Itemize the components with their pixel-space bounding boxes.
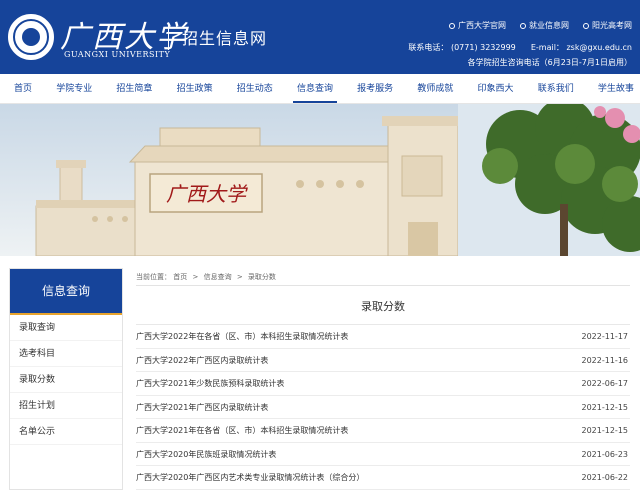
- university-seal-icon[interactable]: [8, 14, 54, 60]
- list-item[interactable]: 广西大学2020年广西区内艺术类专业录取情况统计表（综合分） 2021-06-2…: [136, 466, 630, 490]
- site-title: 招生信息网: [182, 29, 268, 48]
- email-label: E-mail：: [530, 43, 564, 52]
- list-item-date: 2022-11-17: [581, 332, 629, 341]
- list-item-title[interactable]: 广西大学2022年在各省（区、市）本科招生录取情况统计表: [136, 325, 348, 348]
- sidebar-item-subjects[interactable]: 选考科目: [10, 341, 122, 367]
- list-item-title[interactable]: 广西大学2020年广西区内艺术类专业录取情况统计表（综合分）: [136, 466, 364, 489]
- nav-item-brochure[interactable]: 招生简章: [116, 74, 152, 103]
- list-item-title[interactable]: 广西大学2022年广西区内录取统计表: [136, 349, 268, 372]
- toplink-gxu[interactable]: 广西大学官网: [449, 20, 506, 31]
- list-item-title[interactable]: 广西大学2021年在各省（区、市）本科招生录取情况统计表: [136, 419, 348, 442]
- nav-item-colleges[interactable]: 学院专业: [56, 74, 92, 103]
- nav-item-teachers[interactable]: 教师成就: [417, 74, 453, 103]
- consult-hours-link[interactable]: 各学院招生咨询电话（6月23日-7月1日启用）: [468, 57, 632, 68]
- list-item[interactable]: 广西大学2022年广西区内录取统计表 2022-11-16: [136, 349, 630, 372]
- phone-number: (0771) 3232999: [450, 43, 516, 52]
- nav-item-contact[interactable]: 联系我们: [538, 74, 574, 103]
- breadcrumb-separator: >: [236, 273, 243, 281]
- sidebar-item-admission-query[interactable]: 录取查询: [10, 315, 122, 341]
- breadcrumb-query[interactable]: 信息查询: [204, 273, 232, 281]
- sidebar-item-list[interactable]: 名单公示: [10, 419, 122, 445]
- list-item[interactable]: 广西大学2021年少数民族预科录取统计表 2022-06-17: [136, 372, 630, 396]
- list-item[interactable]: 广西大学2022年在各省（区、市）本科招生录取情况统计表 2022-11-17: [136, 325, 630, 349]
- phone-label: 联系电话：: [408, 43, 449, 52]
- list-item[interactable]: 广西大学2021年在各省（区、市）本科招生录取情况统计表 2021-12-15: [136, 419, 630, 443]
- logo-english: GUANGXI UNIVERSITY: [64, 50, 171, 59]
- nav-item-apply-service[interactable]: 报考服务: [357, 74, 393, 103]
- list-item-title[interactable]: 广西大学2021年广西区内录取统计表: [136, 396, 268, 419]
- list-item[interactable]: 广西大学2021年广西区内录取统计表 2021-12-15: [136, 396, 630, 419]
- top-links: 广西大学官网 就业信息网 阳光高考网: [435, 20, 632, 31]
- toplink-jobs[interactable]: 就业信息网: [520, 20, 569, 31]
- list-item-date: 2022-11-16: [581, 355, 629, 365]
- list-item-date: 2021-06-23: [581, 449, 629, 459]
- score-list: 广西大学2022年在各省（区、市）本科招生录取情况统计表 2022-11-17 …: [136, 324, 630, 490]
- gate-inscription: 广西大学: [166, 182, 248, 206]
- list-item-date: 2022-06-17: [581, 379, 629, 388]
- toplink-label: 就业信息网: [529, 21, 569, 30]
- breadcrumb-current: 录取分数: [247, 273, 276, 281]
- email-address[interactable]: zsk@gxu.edu.cn: [566, 43, 632, 52]
- circle-bullet-icon: [449, 22, 455, 29]
- nav-item-news[interactable]: 招生动态: [237, 74, 273, 103]
- sidebar-title: 信息查询: [10, 269, 122, 315]
- nav-item-stories[interactable]: 学生故事: [598, 74, 634, 103]
- main-content: 当前位置： 首页 > 信息查询 > 录取分数 录取分数 广西大学2022年在各省…: [136, 268, 630, 490]
- list-item-date: 2021-12-15: [581, 426, 629, 435]
- main-nav: 首页 学院专业 招生简章 招生政策 招生动态 信息查询 报考服务 教师成就 印象…: [0, 74, 640, 104]
- sidebar: 信息查询 录取查询 选考科目 录取分数 招生计划 名单公示: [9, 268, 123, 490]
- breadcrumb-home[interactable]: 首页: [173, 273, 187, 281]
- site-header: 广西大学 GUANGXI UNIVERSITY 招生信息网 广西大学官网 就业信…: [0, 0, 640, 74]
- list-item-date: 2021-06-22: [581, 473, 629, 482]
- nav-item-query[interactable]: 信息查询: [292, 74, 337, 103]
- list-item-title[interactable]: 广西大学2020年民族班录取情况统计表: [136, 443, 276, 466]
- nav-item-impression[interactable]: 印象西大: [478, 74, 514, 103]
- breadcrumb: 当前位置： 首页 > 信息查询 > 录取分数: [136, 268, 630, 286]
- list-item-title[interactable]: 广西大学2021年少数民族预科录取统计表: [136, 372, 284, 395]
- circle-bullet-icon: [583, 22, 589, 29]
- campus-gate-illustration: 广西大学: [0, 104, 640, 256]
- toplink-label: 阳光高考网: [592, 21, 632, 30]
- sidebar-item-scores[interactable]: 录取分数: [10, 367, 122, 393]
- page-title: 录取分数: [361, 300, 405, 313]
- circle-bullet-icon: [520, 22, 526, 29]
- sidebar-item-plan[interactable]: 招生计划: [10, 393, 122, 419]
- list-item[interactable]: 广西大学2020年民族班录取情况统计表 2021-06-23: [136, 443, 630, 466]
- nav-item-home[interactable]: 首页: [14, 74, 32, 103]
- contact-info: 联系电话： (0771) 3232999 E-mail： zsk@gxu.edu…: [408, 42, 632, 53]
- toplink-label: 广西大学官网: [458, 21, 506, 30]
- breadcrumb-separator: >: [192, 273, 199, 281]
- nav-item-policy[interactable]: 招生政策: [177, 74, 213, 103]
- logo-divider: [168, 24, 169, 50]
- list-item-date: 2021-12-15: [581, 402, 629, 412]
- campus-gate-banner: 广西大学: [0, 104, 640, 256]
- toplink-gaokao[interactable]: 阳光高考网: [583, 20, 632, 31]
- breadcrumb-prefix: 当前位置：: [136, 273, 171, 281]
